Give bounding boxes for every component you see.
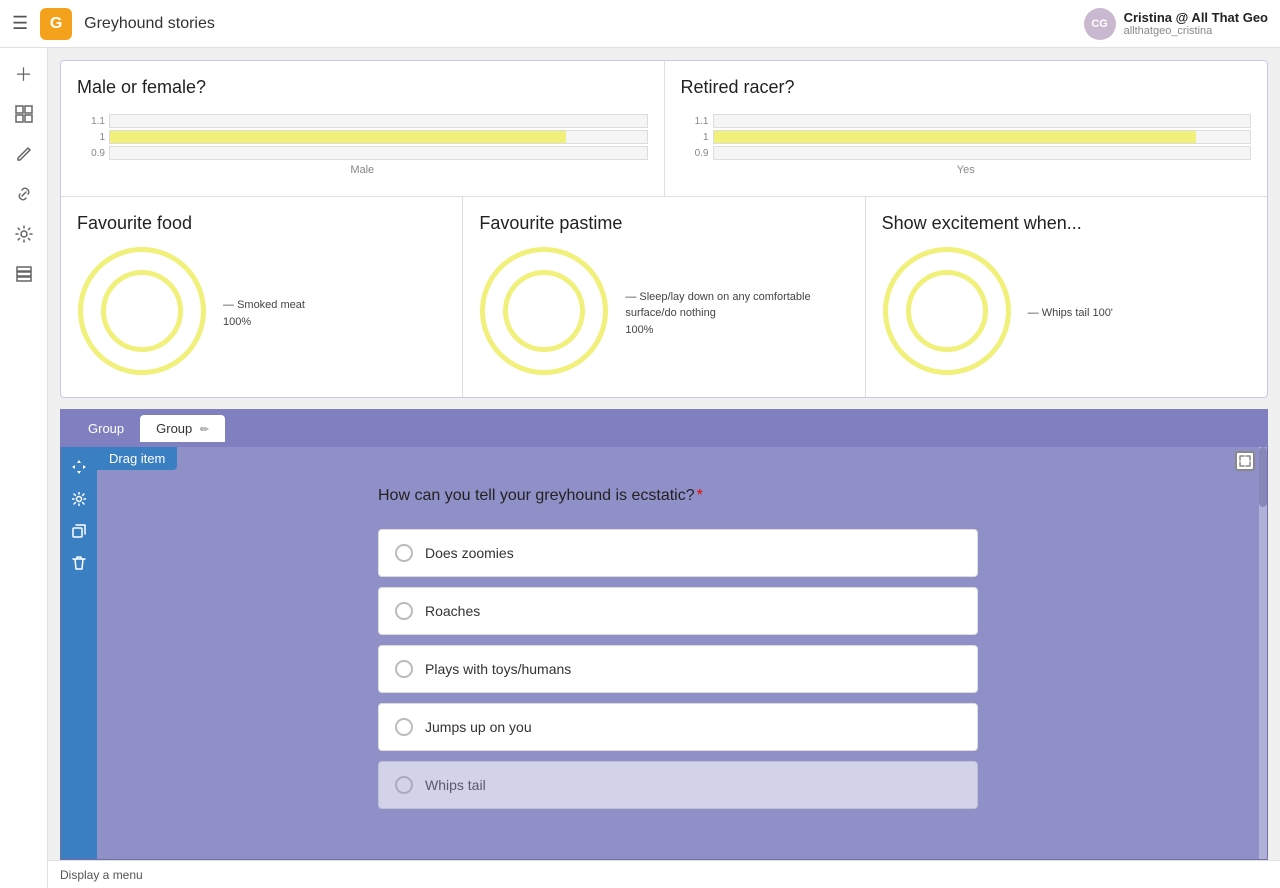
racer-bar-row-3: 0.9 [681,146,1252,160]
favourite-food-title: Favourite food [77,213,446,234]
radio-roaches[interactable] [395,602,413,620]
avatar: CG [1084,8,1116,40]
app-logo: G [40,8,72,40]
bar-row-3: 0.9 [77,146,648,160]
charts-top-row: Male or female? 1.1 1 0.9 [61,61,1267,197]
racer-bar-track-2 [713,130,1252,144]
male-female-bars: 1.1 1 0.9 Male [77,110,648,180]
sidebar-add-icon[interactable]: ＋ [6,56,42,92]
survey-content: How can you tell your greyhound is ecsta… [97,447,1259,859]
bar-y-3: 0.9 [77,148,105,159]
sidebar-layers-icon[interactable] [6,256,42,292]
option-label-jumps: Jumps up on you [425,719,532,735]
bar-track-2 [109,130,648,144]
survey-option-plays[interactable]: Plays with toys/humans [378,645,978,693]
user-name: Cristina @ All That Geo [1124,10,1268,25]
sidebar: ＋ [0,48,48,888]
page-title: Greyhound stories [84,15,1071,33]
bar-y-2: 1 [77,132,105,143]
racer-bar-row-2: 1 [681,130,1252,144]
retired-racer-bars: 1.1 1 0.9 Yes [681,110,1252,180]
option-label-roaches: Roaches [425,603,480,619]
racer-bar-track-3 [713,146,1252,160]
survey-copy-icon[interactable] [65,517,93,545]
required-marker: * [697,487,703,504]
favourite-food-legend: — Smoked meat 100% [223,297,305,330]
sidebar-edit-icon[interactable] [6,136,42,172]
survey-question: How can you tell your greyhound is ecsta… [378,487,978,505]
racer-bar-row-1: 1.1 [681,114,1252,128]
expand-icon[interactable] [1235,451,1255,471]
survey-settings-icon[interactable] [65,485,93,513]
bar-track-1 [109,114,648,128]
favourite-pastime-body: — Sleep/lay down on any comfortable surf… [479,246,848,381]
user-profile[interactable]: CG Cristina @ All That Geo allthatgeo_cr… [1084,8,1268,40]
survey-delete-icon[interactable] [65,549,93,577]
show-excitement-title: Show excitement when... [882,213,1251,234]
tab-group-1[interactable]: Group [72,415,140,442]
user-handle: allthatgeo_cristina [1124,25,1268,37]
favourite-pastime-donut [479,246,609,381]
favourite-pastime-chart: Favourite pastime — Sleep/lay down on an… [463,197,865,397]
survey-option-zoomies[interactable]: Does zoomies [378,529,978,577]
retired-racer-title: Retired racer? [681,77,1252,98]
bottom-status: Display a menu [48,860,1280,888]
radio-zoomies[interactable] [395,544,413,562]
racer-bar-y-3: 0.9 [681,148,709,159]
racer-bar-y-2: 1 [681,132,709,143]
tab-edit-icon[interactable]: ✏ [200,423,209,436]
sidebar-settings-icon[interactable] [6,216,42,252]
topbar: ☰ G Greyhound stories CG Cristina @ All … [0,0,1280,48]
favourite-food-chart: Favourite food — Smoked meat 100% [61,197,463,397]
right-scrollbar[interactable] [1259,447,1267,859]
bar-track-3 [109,146,648,160]
tabs-bar: Group Group ✏ [60,409,1268,447]
sidebar-grid-icon[interactable] [6,96,42,132]
survey-option-roaches[interactable]: Roaches [378,587,978,635]
scrollbar-thumb[interactable] [1259,447,1267,507]
option-label-whips: Whips tail [425,777,486,793]
male-x-label: Male [77,164,648,176]
menu-icon[interactable]: ☰ [12,13,28,34]
bar-row-1: 1.1 [77,114,648,128]
charts-section: Male or female? 1.1 1 0.9 [60,60,1268,398]
charts-bottom-row: Favourite food — Smoked meat 100% [61,197,1267,397]
male-female-chart: Male or female? 1.1 1 0.9 [61,61,665,196]
racer-x-label: Yes [681,164,1252,176]
survey-move-icon[interactable] [65,453,93,481]
show-excitement-legend: — Whips tail 100' [1028,305,1113,322]
favourite-food-body: — Smoked meat 100% [77,246,446,381]
survey-options: Does zoomies Roaches Plays with toys/hum… [378,529,978,809]
retired-racer-chart: Retired racer? 1.1 1 0.9 [665,61,1268,196]
show-excitement-donut [882,246,1012,381]
show-excitement-body: — Whips tail 100' [882,246,1251,381]
radio-plays[interactable] [395,660,413,678]
bar-y-1: 1.1 [77,116,105,127]
survey-option-jumps[interactable]: Jumps up on you [378,703,978,751]
racer-bar-track-1 [713,114,1252,128]
user-info: Cristina @ All That Geo allthatgeo_crist… [1124,10,1268,37]
racer-bar-y-1: 1.1 [681,116,709,127]
content-area: Male or female? 1.1 1 0.9 [48,48,1280,888]
option-label-zoomies: Does zoomies [425,545,514,561]
favourite-pastime-legend: — Sleep/lay down on any comfortable surf… [625,289,848,339]
survey-tools [61,447,97,859]
drag-item-label: Drag item [97,447,177,470]
radio-jumps[interactable] [395,718,413,736]
radio-whips[interactable] [395,776,413,794]
sidebar-link-icon[interactable] [6,176,42,212]
bar-row-2: 1 [77,130,648,144]
favourite-pastime-title: Favourite pastime [479,213,848,234]
male-female-title: Male or female? [77,77,648,98]
survey-option-whips[interactable]: Whips tail [378,761,978,809]
show-excitement-chart: Show excitement when... — Whips tail 100… [866,197,1267,397]
survey-section: Drag item How can you tell your greyhoun… [60,447,1268,860]
tab-group-2[interactable]: Group ✏ [140,415,225,442]
status-label: Display a menu [60,868,143,882]
option-label-plays: Plays with toys/humans [425,661,571,677]
favourite-food-donut [77,246,207,381]
